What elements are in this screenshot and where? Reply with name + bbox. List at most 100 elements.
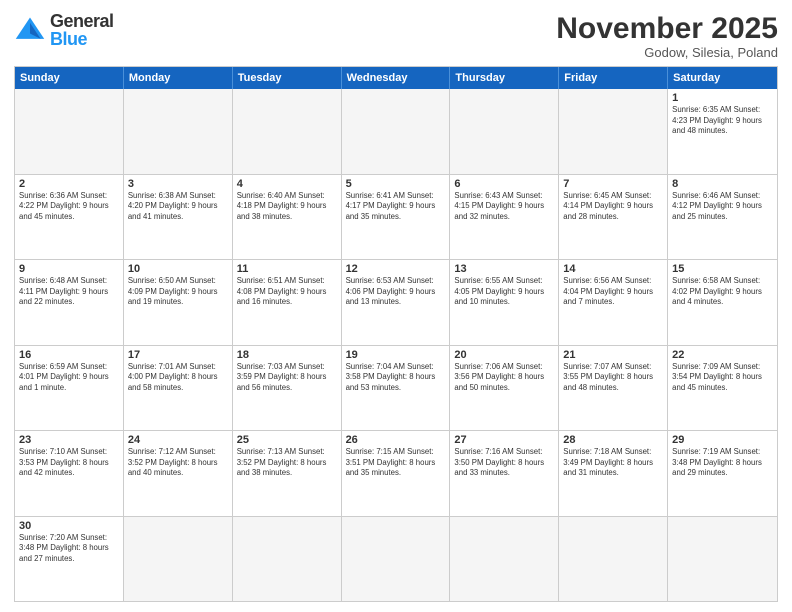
day-info: Sunrise: 6:48 AM Sunset: 4:11 PM Dayligh…	[19, 276, 119, 308]
calendar-cell: 8Sunrise: 6:46 AM Sunset: 4:12 PM Daylig…	[668, 175, 777, 260]
calendar-cell	[450, 517, 559, 602]
day-number: 13	[454, 263, 554, 275]
day-info: Sunrise: 7:07 AM Sunset: 3:55 PM Dayligh…	[563, 362, 663, 394]
calendar-cell: 22Sunrise: 7:09 AM Sunset: 3:54 PM Dayli…	[668, 346, 777, 431]
day-number: 8	[672, 178, 773, 190]
calendar-row-5: 30Sunrise: 7:20 AM Sunset: 3:48 PM Dayli…	[15, 516, 777, 602]
day-info: Sunrise: 6:58 AM Sunset: 4:02 PM Dayligh…	[672, 276, 773, 308]
day-number: 22	[672, 349, 773, 361]
calendar-cell: 14Sunrise: 6:56 AM Sunset: 4:04 PM Dayli…	[559, 260, 668, 345]
calendar-cell: 6Sunrise: 6:43 AM Sunset: 4:15 PM Daylig…	[450, 175, 559, 260]
day-info: Sunrise: 7:18 AM Sunset: 3:49 PM Dayligh…	[563, 447, 663, 479]
header-day-friday: Friday	[559, 67, 668, 89]
calendar-cell: 25Sunrise: 7:13 AM Sunset: 3:52 PM Dayli…	[233, 431, 342, 516]
day-info: Sunrise: 6:36 AM Sunset: 4:22 PM Dayligh…	[19, 191, 119, 223]
calendar-cell: 10Sunrise: 6:50 AM Sunset: 4:09 PM Dayli…	[124, 260, 233, 345]
calendar-cell	[233, 89, 342, 174]
day-number: 6	[454, 178, 554, 190]
calendar-cell: 21Sunrise: 7:07 AM Sunset: 3:55 PM Dayli…	[559, 346, 668, 431]
day-number: 10	[128, 263, 228, 275]
day-number: 17	[128, 349, 228, 361]
calendar-cell: 5Sunrise: 6:41 AM Sunset: 4:17 PM Daylig…	[342, 175, 451, 260]
day-number: 11	[237, 263, 337, 275]
day-info: Sunrise: 7:19 AM Sunset: 3:48 PM Dayligh…	[672, 447, 773, 479]
header-day-tuesday: Tuesday	[233, 67, 342, 89]
calendar-row-3: 16Sunrise: 6:59 AM Sunset: 4:01 PM Dayli…	[15, 345, 777, 431]
calendar-cell: 12Sunrise: 6:53 AM Sunset: 4:06 PM Dayli…	[342, 260, 451, 345]
calendar-cell: 26Sunrise: 7:15 AM Sunset: 3:51 PM Dayli…	[342, 431, 451, 516]
calendar-cell	[559, 517, 668, 602]
calendar-cell: 7Sunrise: 6:45 AM Sunset: 4:14 PM Daylig…	[559, 175, 668, 260]
day-info: Sunrise: 6:43 AM Sunset: 4:15 PM Dayligh…	[454, 191, 554, 223]
header-day-wednesday: Wednesday	[342, 67, 451, 89]
day-number: 29	[672, 434, 773, 446]
day-number: 18	[237, 349, 337, 361]
header-day-sunday: Sunday	[15, 67, 124, 89]
calendar-cell: 9Sunrise: 6:48 AM Sunset: 4:11 PM Daylig…	[15, 260, 124, 345]
header-day-saturday: Saturday	[668, 67, 777, 89]
day-info: Sunrise: 7:10 AM Sunset: 3:53 PM Dayligh…	[19, 447, 119, 479]
day-info: Sunrise: 7:04 AM Sunset: 3:58 PM Dayligh…	[346, 362, 446, 394]
day-number: 5	[346, 178, 446, 190]
calendar-body: 1Sunrise: 6:35 AM Sunset: 4:23 PM Daylig…	[15, 89, 777, 601]
calendar-cell: 28Sunrise: 7:18 AM Sunset: 3:49 PM Dayli…	[559, 431, 668, 516]
day-info: Sunrise: 6:53 AM Sunset: 4:06 PM Dayligh…	[346, 276, 446, 308]
day-number: 30	[19, 520, 119, 532]
calendar-cell	[124, 517, 233, 602]
day-info: Sunrise: 6:35 AM Sunset: 4:23 PM Dayligh…	[672, 105, 773, 137]
day-number: 9	[19, 263, 119, 275]
header: General Blue November 2025 Godow, Silesi…	[14, 12, 778, 60]
calendar-cell: 16Sunrise: 6:59 AM Sunset: 4:01 PM Dayli…	[15, 346, 124, 431]
day-info: Sunrise: 6:45 AM Sunset: 4:14 PM Dayligh…	[563, 191, 663, 223]
calendar-header: SundayMondayTuesdayWednesdayThursdayFrid…	[15, 67, 777, 89]
calendar-cell: 20Sunrise: 7:06 AM Sunset: 3:56 PM Dayli…	[450, 346, 559, 431]
day-number: 24	[128, 434, 228, 446]
title-block: November 2025 Godow, Silesia, Poland	[556, 12, 778, 60]
calendar-row-2: 9Sunrise: 6:48 AM Sunset: 4:11 PM Daylig…	[15, 259, 777, 345]
day-number: 7	[563, 178, 663, 190]
day-number: 12	[346, 263, 446, 275]
calendar-cell: 27Sunrise: 7:16 AM Sunset: 3:50 PM Dayli…	[450, 431, 559, 516]
day-number: 14	[563, 263, 663, 275]
calendar-row-4: 23Sunrise: 7:10 AM Sunset: 3:53 PM Dayli…	[15, 430, 777, 516]
day-number: 19	[346, 349, 446, 361]
logo-text: General Blue	[50, 12, 114, 48]
day-number: 2	[19, 178, 119, 190]
day-info: Sunrise: 6:38 AM Sunset: 4:20 PM Dayligh…	[128, 191, 228, 223]
calendar-row-1: 2Sunrise: 6:36 AM Sunset: 4:22 PM Daylig…	[15, 174, 777, 260]
page: General Blue November 2025 Godow, Silesi…	[0, 0, 792, 612]
day-info: Sunrise: 6:40 AM Sunset: 4:18 PM Dayligh…	[237, 191, 337, 223]
calendar-cell	[450, 89, 559, 174]
day-info: Sunrise: 7:13 AM Sunset: 3:52 PM Dayligh…	[237, 447, 337, 479]
day-number: 21	[563, 349, 663, 361]
calendar-cell	[342, 89, 451, 174]
calendar-cell: 18Sunrise: 7:03 AM Sunset: 3:59 PM Dayli…	[233, 346, 342, 431]
day-info: Sunrise: 6:59 AM Sunset: 4:01 PM Dayligh…	[19, 362, 119, 394]
day-number: 15	[672, 263, 773, 275]
day-number: 4	[237, 178, 337, 190]
calendar-cell: 11Sunrise: 6:51 AM Sunset: 4:08 PM Dayli…	[233, 260, 342, 345]
calendar-cell	[124, 89, 233, 174]
calendar-cell	[559, 89, 668, 174]
header-day-monday: Monday	[124, 67, 233, 89]
calendar-cell: 30Sunrise: 7:20 AM Sunset: 3:48 PM Dayli…	[15, 517, 124, 602]
location-subtitle: Godow, Silesia, Poland	[556, 45, 778, 60]
day-info: Sunrise: 6:41 AM Sunset: 4:17 PM Dayligh…	[346, 191, 446, 223]
day-info: Sunrise: 7:03 AM Sunset: 3:59 PM Dayligh…	[237, 362, 337, 394]
day-info: Sunrise: 7:16 AM Sunset: 3:50 PM Dayligh…	[454, 447, 554, 479]
calendar-cell	[15, 89, 124, 174]
calendar-row-0: 1Sunrise: 6:35 AM Sunset: 4:23 PM Daylig…	[15, 89, 777, 174]
calendar-cell	[668, 517, 777, 602]
day-number: 1	[672, 92, 773, 104]
day-number: 16	[19, 349, 119, 361]
day-info: Sunrise: 7:06 AM Sunset: 3:56 PM Dayligh…	[454, 362, 554, 394]
day-number: 23	[19, 434, 119, 446]
calendar-cell: 1Sunrise: 6:35 AM Sunset: 4:23 PM Daylig…	[668, 89, 777, 174]
day-info: Sunrise: 7:15 AM Sunset: 3:51 PM Dayligh…	[346, 447, 446, 479]
day-info: Sunrise: 7:20 AM Sunset: 3:48 PM Dayligh…	[19, 533, 119, 565]
day-number: 3	[128, 178, 228, 190]
day-info: Sunrise: 6:46 AM Sunset: 4:12 PM Dayligh…	[672, 191, 773, 223]
calendar-cell: 15Sunrise: 6:58 AM Sunset: 4:02 PM Dayli…	[668, 260, 777, 345]
calendar: SundayMondayTuesdayWednesdayThursdayFrid…	[14, 66, 778, 602]
day-number: 20	[454, 349, 554, 361]
